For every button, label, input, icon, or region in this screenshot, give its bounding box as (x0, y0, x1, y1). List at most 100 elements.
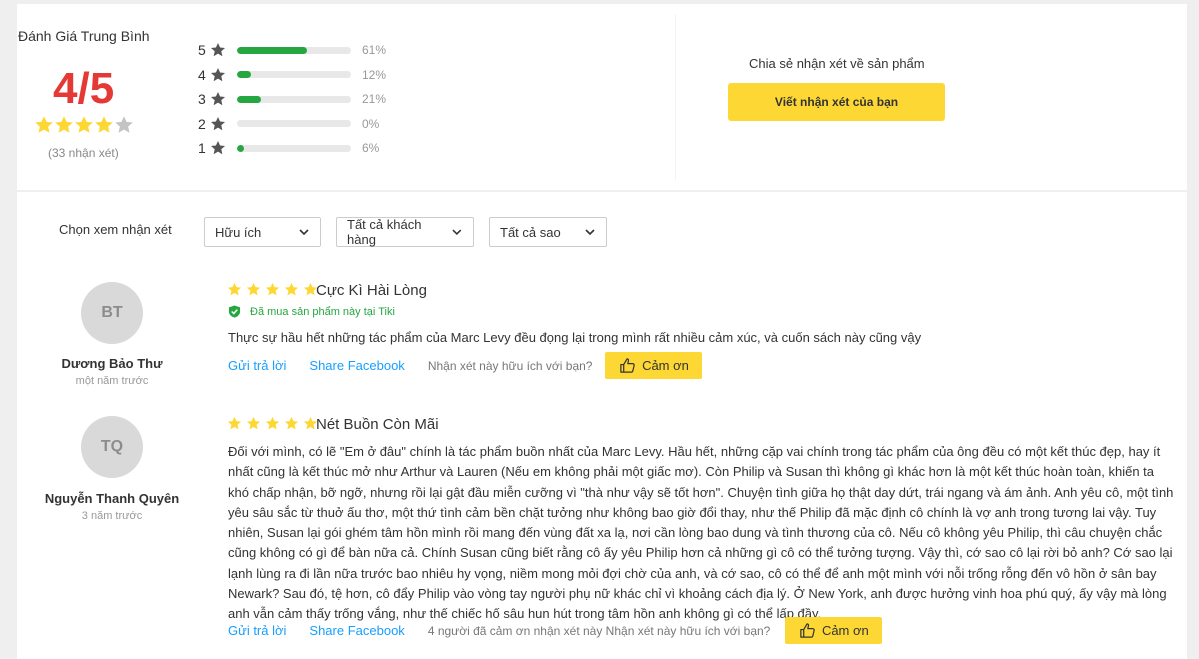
star-icon (210, 67, 226, 81)
rating-bar-percent: 12% (362, 67, 387, 82)
share-facebook-link[interactable]: Share Facebook (309, 358, 404, 373)
star-icon (210, 116, 226, 130)
rating-bar-stars: 3 (198, 91, 206, 108)
rating-bar-track (237, 144, 351, 152)
rating-bar-stars: 5 (198, 42, 206, 59)
review-count: (33 nhận xét) (48, 146, 119, 160)
rating-bar-row: 2 0% (198, 112, 386, 137)
chevron-down-icon (585, 229, 595, 236)
review-author: Dương Bảo Thư (61, 356, 163, 371)
rating-bar-percent: 61% (362, 43, 387, 58)
rating-bar-row: 5 61% (198, 38, 386, 63)
write-review-button[interactable]: Viết nhận xét của bạn (728, 83, 945, 121)
review-author: Nguyễn Thanh Quyên (44, 491, 180, 506)
helpful-question: 4 người đã cảm ơn nhận xét này Nhận xét … (427, 623, 771, 638)
rating-bar-stars: 2 (198, 115, 206, 132)
rating-bar-fill (237, 71, 251, 79)
star-icon (284, 416, 299, 430)
rating-bar-track (237, 46, 351, 54)
review-text-line: yêu sâu sắc từ thuở ấu thơ, một thứ tình… (228, 504, 1157, 520)
thumbs-up-icon (620, 358, 635, 373)
review-text-line: lạnh lùng ra đi lần nữa trước bao nhiêu … (228, 565, 1157, 581)
star-icon (210, 141, 226, 155)
rating-bar-fill (237, 144, 244, 152)
reply-link[interactable]: Gửi trả lời (228, 358, 286, 373)
rating-bar-percent: 21% (362, 92, 387, 107)
star-filter-value: Tất cả sao (500, 224, 561, 240)
review-title: Nét Buồn Còn Mãi (316, 416, 439, 433)
thanks-label: Cảm ơn (821, 623, 869, 638)
rating-bar-row: 3 21% (198, 87, 386, 112)
star-icon (227, 416, 242, 430)
review-time: 3 năm trước (81, 510, 143, 522)
star-icon (55, 116, 73, 133)
shield-check-icon (228, 305, 241, 318)
star-icon (246, 416, 261, 430)
share-facebook-link[interactable]: Share Facebook (309, 623, 404, 638)
review-text: Thực sự hầu hết những tác phẩm của Marc … (228, 330, 922, 345)
rating-bar-fill (237, 46, 307, 54)
sort-dropdown[interactable]: Hữu ích (204, 217, 321, 247)
star-icon (95, 116, 113, 133)
star-icon (284, 282, 299, 296)
rating-bar-track (237, 95, 351, 103)
rating-bar-percent: 0% (362, 116, 380, 131)
chevron-down-icon (299, 229, 309, 236)
review-title: Cực Kì Hài Lòng (316, 282, 427, 299)
product-reviews-page: Đánh Giá Trung Bình 4/5 (33 nhận xét) 5 6… (0, 0, 1199, 659)
panel-divider (675, 14, 676, 180)
customer-filter-value: Tất cả khách hàng (347, 217, 422, 247)
rating-bar-fill (237, 95, 261, 103)
average-score: 4/5 (53, 64, 115, 113)
star-icon (115, 116, 133, 133)
helpful-question: Nhận xét này hữu ích với bạn? (427, 358, 593, 373)
review-text-line: Đối với mình, có lẽ "Em ở đâu" chính là … (228, 444, 1161, 459)
rating-bar-track (237, 71, 351, 79)
rating-bar-percent: 6% (362, 141, 380, 156)
review-time: một năm trước (75, 375, 149, 387)
rating-bar-stars: 1 (198, 140, 206, 157)
customer-filter-dropdown[interactable]: Tất cả khách hàng (336, 217, 474, 247)
rating-bar-track (237, 120, 351, 128)
rating-summary-panel: Đánh Giá Trung Bình 4/5 (33 nhận xét) 5 6… (17, 4, 1187, 190)
average-stars (34, 115, 134, 135)
review-text: Đối với mình, có lẽ "Em ở đâu" chính là … (228, 442, 1188, 625)
review-stars (227, 282, 322, 297)
thanks-button[interactable]: Cảm ơn (785, 617, 883, 644)
star-icon (265, 416, 280, 430)
thanks-button[interactable]: Cảm ơn (605, 352, 703, 379)
rating-bar-row: 4 12% (198, 63, 386, 88)
star-icon (265, 282, 280, 296)
star-icon (75, 116, 93, 133)
review-stars (227, 416, 322, 431)
review-actions: Gửi trả lời Share Facebook Nhận xét này … (228, 352, 703, 379)
rating-bar-row: 1 6% (198, 136, 386, 161)
review-actions: Gửi trả lời Share Facebook 4 người đã cả… (228, 617, 883, 644)
rating-bar-stars: 4 (198, 66, 206, 83)
star-icon (246, 282, 261, 296)
reply-link[interactable]: Gửi trả lời (228, 623, 286, 638)
thumbs-up-icon (800, 623, 815, 638)
verified-purchase-badge: Đã mua sản phẩm này tại Tiki (228, 305, 395, 318)
star-icon (210, 92, 226, 106)
avatar: TQ (81, 416, 143, 478)
avatar: BT (81, 282, 143, 344)
star-icon (210, 43, 226, 57)
review-text-line: khó chấp nhận, bỡ ngỡ, nhưng rồi lại gật… (228, 484, 1174, 500)
verified-text: Đã mua sản phẩm này tại Tiki (250, 305, 395, 318)
review-text-line: Newark? Sau đó, tệ hơn, cô đẩy Philip và… (228, 586, 1167, 602)
reviews-section: Chọn xem nhận xét Hữu ích Tất cả khách h… (17, 192, 1187, 659)
review-text-line: cũng không có gì để bàn nữa cả. Chính Su… (228, 545, 1173, 561)
average-rating-title: Đánh Giá Trung Bình (18, 28, 150, 44)
filter-label: Chọn xem nhận xét (59, 222, 172, 237)
star-icon (227, 282, 242, 296)
sort-dropdown-value: Hữu ích (215, 224, 262, 240)
chevron-down-icon (452, 229, 462, 236)
thanks-label: Cảm ơn (642, 358, 689, 373)
review-text-line: nhiên, Susan lại gói ghém tâm hồn mình r… (228, 525, 1163, 541)
share-review-label: Chia sẻ nhận xét về sản phẩm (749, 56, 925, 71)
review-text-line: nhất cũng là kết thúc mở như Arthur và L… (228, 464, 1155, 480)
star-icon (35, 116, 53, 133)
star-filter-dropdown[interactable]: Tất cả sao (489, 217, 607, 247)
rating-distribution: 5 61% 4 12% 3 21% 2 0% 1 6% (198, 38, 386, 161)
